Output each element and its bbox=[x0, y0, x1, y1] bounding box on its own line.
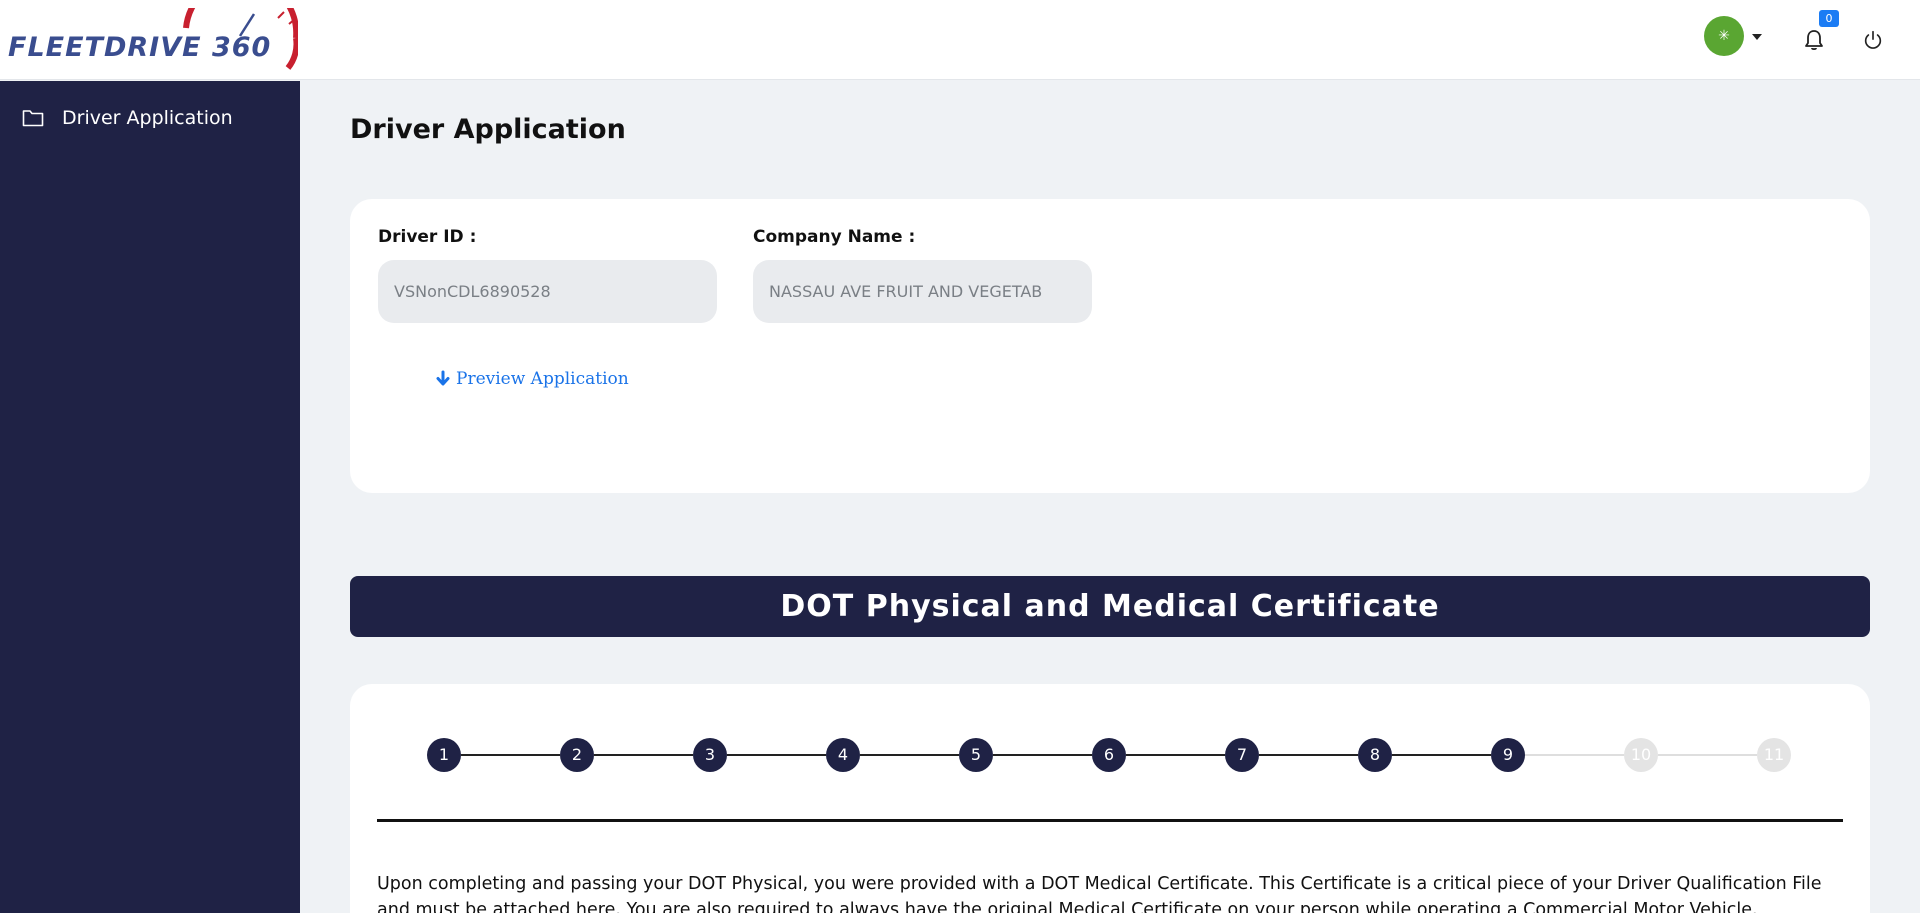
step-card: 1 2 3 4 5 6 7 8 9 10 11 Upon completing and passin… bbox=[350, 684, 1870, 913]
bell-icon[interactable] bbox=[1802, 28, 1826, 52]
notification-count-badge: 0 bbox=[1819, 10, 1839, 27]
step-connector bbox=[993, 754, 1092, 756]
step-connector bbox=[1392, 754, 1491, 756]
driver-id-field[interactable] bbox=[378, 260, 717, 323]
step-10[interactable]: 10 bbox=[1624, 738, 1658, 772]
company-name-label: Company Name : bbox=[753, 227, 916, 247]
sidebar: Driver Application bbox=[0, 81, 300, 913]
step-7[interactable]: 7 bbox=[1225, 738, 1259, 772]
chevron-down-icon[interactable] bbox=[1752, 34, 1762, 40]
company-name-field[interactable] bbox=[753, 260, 1092, 323]
step-connector bbox=[1658, 754, 1757, 756]
step-connector bbox=[461, 754, 560, 756]
section-title-banner: DOT Physical and Medical Certificate bbox=[350, 576, 1870, 637]
preview-application-label: Preview Application bbox=[456, 369, 629, 389]
arrow-down-icon bbox=[436, 370, 450, 386]
progress-stepper: 1 2 3 4 5 6 7 8 9 10 11 bbox=[427, 738, 1810, 772]
sidebar-item-driver-application[interactable]: Driver Application bbox=[22, 107, 233, 129]
step-connector bbox=[1525, 754, 1624, 756]
step-8[interactable]: 8 bbox=[1358, 738, 1392, 772]
driver-info-card: Driver ID : Company Name : Preview Appli… bbox=[350, 199, 1870, 493]
sidebar-item-label: Driver Application bbox=[62, 107, 233, 129]
step-4[interactable]: 4 bbox=[826, 738, 860, 772]
step-connector bbox=[594, 754, 693, 756]
top-header: FLEETDRIVE 360 ✳ 0 bbox=[0, 0, 1920, 80]
step-11[interactable]: 11 bbox=[1757, 738, 1791, 772]
divider bbox=[377, 819, 1843, 822]
step-connector bbox=[860, 754, 959, 756]
power-icon[interactable] bbox=[1862, 29, 1884, 51]
step-9[interactable]: 9 bbox=[1491, 738, 1525, 772]
folder-icon bbox=[22, 110, 44, 127]
step-1[interactable]: 1 bbox=[427, 738, 461, 772]
section-description: Upon completing and passing your DOT Phy… bbox=[377, 874, 1822, 913]
fleetdrive-logo[interactable]: FLEETDRIVE 360 bbox=[8, 8, 298, 70]
step-5[interactable]: 5 bbox=[959, 738, 993, 772]
step-6[interactable]: 6 bbox=[1092, 738, 1126, 772]
step-connector bbox=[1126, 754, 1225, 756]
step-connector bbox=[1259, 754, 1358, 756]
step-connector bbox=[727, 754, 826, 756]
page-title: Driver Application bbox=[350, 114, 626, 145]
user-avatar[interactable]: ✳ bbox=[1704, 16, 1744, 56]
driver-id-label: Driver ID : bbox=[378, 227, 477, 247]
step-2[interactable]: 2 bbox=[560, 738, 594, 772]
step-3[interactable]: 3 bbox=[693, 738, 727, 772]
preview-application-link[interactable]: Preview Application bbox=[434, 369, 629, 389]
logo-text: FLEETDRIVE 360 bbox=[8, 32, 272, 63]
